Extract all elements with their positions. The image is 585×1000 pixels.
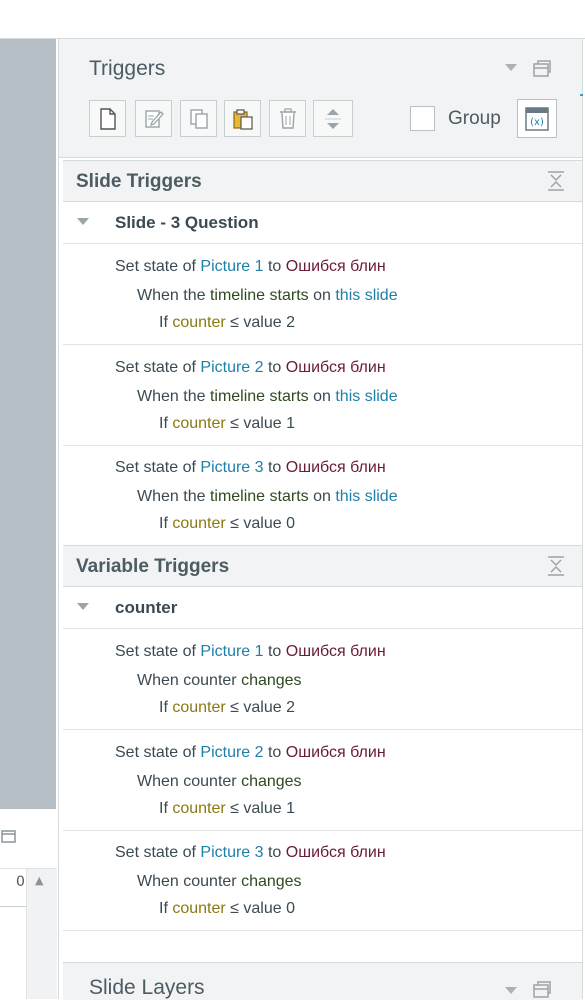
trigger-object[interactable]: Picture 3 [200,459,263,476]
resize-marker [580,94,583,96]
edit-trigger-icon [144,109,164,128]
new-trigger-icon [99,107,116,130]
trigger-target[interactable]: this slide [335,287,397,304]
collapse-all-icon[interactable] [547,556,565,576]
trigger-action: Set state of Picture 1 to Ошибся блин [115,643,386,660]
trigger-variable[interactable]: counter [172,900,225,917]
manage-variables-button[interactable]: (x) [517,99,557,138]
trigger-group-name: counter [115,598,178,617]
trigger-when: When counter changes [137,672,302,689]
move-up-down-icon [325,108,341,129]
slide-layers-title: Slide Layers [89,976,205,999]
expand-triangle-icon[interactable] [77,603,89,610]
trigger-action: Set state of Picture 1 to Ошибся блин [115,258,386,275]
trigger-action: Set state of Picture 3 to Ошибся блин [115,459,386,476]
trigger-state[interactable]: Ошибся блин [286,359,386,376]
trigger-condition: If counter ≤ value 2 [159,699,295,716]
trigger-state[interactable]: Ошибся блин [286,744,386,761]
trigger-event[interactable]: changes [241,773,302,790]
trigger-object[interactable]: Picture 2 [200,359,263,376]
trigger-variable[interactable]: counter [172,800,225,817]
scroll-up-icon[interactable]: ▲ [35,874,43,887]
group-checkbox[interactable] [410,106,435,131]
triggers-panel: Triggers Group (x) Slide Triggers Slide … [58,39,583,1000]
trigger-when: When the timeline starts on this slide [137,388,398,405]
triggers-header: Triggers Group (x) [59,39,582,158]
float-panel-icon[interactable] [0,826,18,844]
float-panel-icon[interactable] [533,60,551,78]
svg-text:(x): (x) [530,117,544,128]
group-label: Group [448,108,501,129]
trigger-action: Set state of Picture 3 to Ошибся блин [115,844,386,861]
trigger-when: When counter changes [137,873,302,890]
trigger-when: When the timeline starts on this slide [137,488,398,505]
trigger-condition: If counter ≤ value 0 [159,900,295,917]
trigger-when: When the timeline starts on this slide [137,287,398,304]
trigger-event[interactable]: timeline starts [210,388,309,405]
trigger-item[interactable]: Set state of Picture 2 to Ошибся блин Wh… [63,730,582,831]
trigger-item[interactable]: Set state of Picture 1 to Ошибся блин Wh… [63,244,582,345]
trigger-action: Set state of Picture 2 to Ошибся блин [115,744,386,761]
panel-collapse-icon[interactable] [505,64,517,71]
trigger-target[interactable]: this slide [335,488,397,505]
float-panel-icon[interactable] [533,981,551,999]
trigger-event[interactable]: changes [241,672,302,689]
trigger-object[interactable]: Picture 2 [200,744,263,761]
timeline-scrollbar[interactable] [26,869,57,999]
expand-triangle-icon[interactable] [77,218,89,225]
paste-button[interactable] [224,100,261,137]
trigger-event[interactable]: timeline starts [210,488,309,505]
trigger-when: When counter changes [137,773,302,790]
trigger-condition: If counter ≤ value 1 [159,415,295,432]
copy-button[interactable] [180,100,217,137]
trigger-event[interactable]: timeline starts [210,287,309,304]
trigger-item[interactable]: Set state of Picture 2 to Ошибся блин Wh… [63,345,582,446]
delete-icon [279,107,296,129]
trigger-condition: If counter ≤ value 1 [159,800,295,817]
trigger-target[interactable]: this slide [335,388,397,405]
trigger-state[interactable]: Ошибся блин [286,643,386,660]
trigger-item[interactable]: Set state of Picture 3 to Ошибся блин Wh… [63,445,582,546]
trigger-item[interactable]: Set state of Picture 3 to Ошибся блин Wh… [63,830,582,931]
trigger-group-name: Slide - 3 Question [115,213,259,232]
trigger-object[interactable]: Picture 1 [200,643,263,660]
variable-triggers-title: Variable Triggers [76,556,230,577]
trigger-state[interactable]: Ошибся блин [286,258,386,275]
copy-icon [189,108,208,129]
variable-triggers-header[interactable]: Variable Triggers [63,545,582,587]
trigger-variable[interactable]: counter [172,699,225,716]
trigger-variable[interactable]: counter [172,515,225,532]
timeline-ruler [0,898,26,907]
variables-icon: (x) [525,106,549,131]
trigger-variable[interactable]: counter [172,314,225,331]
trigger-object[interactable]: Picture 3 [200,844,263,861]
slide-stage-area [0,39,56,809]
trigger-condition: If counter ≤ value 2 [159,314,295,331]
paste-icon [232,108,253,130]
trigger-group-slide[interactable]: Slide - 3 Question [63,202,582,244]
move-trigger-button[interactable] [313,100,353,137]
trigger-condition: If counter ≤ value 0 [159,515,295,532]
delete-button[interactable] [269,100,306,137]
new-trigger-button[interactable] [89,100,126,137]
edit-trigger-button[interactable] [135,100,172,137]
trigger-variable[interactable]: counter [172,415,225,432]
trigger-object[interactable]: Picture 1 [200,258,263,275]
slide-triggers-header[interactable]: Slide Triggers [63,160,582,202]
trigger-event[interactable]: changes [241,873,302,890]
triggers-title: Triggers [89,57,166,80]
trigger-state[interactable]: Ошибся блин [286,844,386,861]
trigger-item[interactable]: Set state of Picture 1 to Ошибся блин Wh… [63,629,582,730]
timeline-zero-label: 0 [16,874,25,890]
slide-layers-header[interactable]: Slide Layers [63,962,582,1000]
trigger-state[interactable]: Ошибся блин [286,459,386,476]
slide-triggers-title: Slide Triggers [76,171,202,192]
top-bar [0,0,585,39]
collapse-all-icon[interactable] [547,171,565,191]
trigger-group-variable[interactable]: counter [63,587,582,629]
panel-collapse-icon[interactable] [505,987,517,994]
trigger-action: Set state of Picture 2 to Ошибся блин [115,359,386,376]
